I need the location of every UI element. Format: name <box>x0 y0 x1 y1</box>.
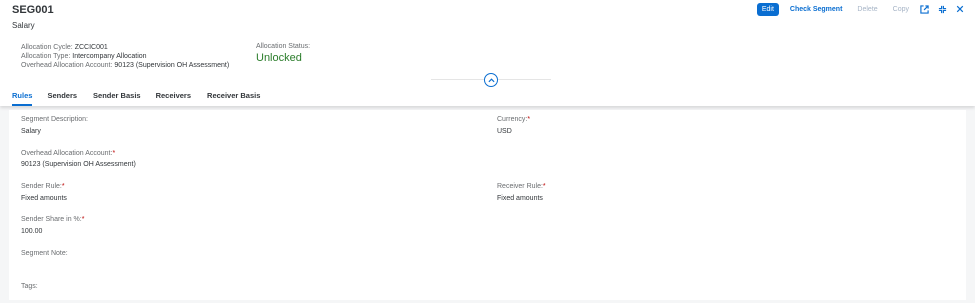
allocation-cycle-label: Allocation Cycle: <box>21 44 73 51</box>
tab-rules[interactable]: Rules <box>12 88 33 106</box>
overhead-account-value: 90123 (Supervision OH Assessment) <box>114 62 230 69</box>
share-icon[interactable] <box>917 3 931 16</box>
chevron-up-icon <box>487 77 495 82</box>
tab-senders[interactable]: Senders <box>47 88 77 106</box>
tab-sender-basis[interactable]: Sender Basis <box>93 88 141 106</box>
allocation-type-field: Allocation Type: Intercompany Allocation <box>21 52 147 61</box>
sender-share-label-text: Sender Share in %: <box>21 216 82 223</box>
header-actions: Edit Check Segment Delete Copy <box>756 2 967 16</box>
required-marker: * <box>542 183 546 190</box>
check-segment-button[interactable]: Check Segment <box>786 3 847 16</box>
allocation-status-value: Unlocked <box>256 52 302 64</box>
receiver-rule-label-text: Receiver Rule: <box>497 183 543 190</box>
allocation-type-value: Intercompany Allocation <box>72 53 147 60</box>
overhead-account-value: 90123 (Supervision OH Assessment) <box>21 161 136 168</box>
receiver-rule-label: Receiver Rule:* <box>497 183 546 190</box>
tab-receiver-basis[interactable]: Receiver Basis <box>207 88 260 106</box>
object-page-header: SEG001 Salary Edit Check Segment Delete … <box>0 0 975 106</box>
segment-description-value: Salary <box>21 128 41 135</box>
segment-description-label: Segment Description: <box>21 116 88 123</box>
allocation-cycle-value: ZCCIC001 <box>74 44 108 51</box>
exit-fullscreen-icon[interactable] <box>935 3 949 16</box>
collapse-header-button[interactable] <box>484 73 498 87</box>
receiver-rule-value: Fixed amounts <box>497 195 543 202</box>
tab-receivers[interactable]: Receivers <box>156 88 191 106</box>
currency-value: USD <box>497 128 512 135</box>
sender-share-label: Sender Share in %:* <box>21 216 84 223</box>
allocation-status-label: Allocation Status: <box>256 43 311 50</box>
tab-bar: Rules Senders Sender Basis Receivers Rec… <box>0 88 260 106</box>
page-subtitle: Salary <box>12 21 35 30</box>
required-marker: * <box>61 183 65 190</box>
sender-rule-label: Sender Rule:* <box>21 183 65 190</box>
required-marker: * <box>81 216 85 223</box>
copy-button[interactable]: Copy <box>889 3 913 16</box>
page-title: SEG001 <box>12 4 54 16</box>
sender-rule-label-text: Sender Rule: <box>21 183 62 190</box>
sender-share-value: 100.00 <box>21 228 43 235</box>
segment-note-label: Segment Note: <box>21 250 68 257</box>
allocation-type-label: Allocation Type: <box>21 53 71 60</box>
overhead-account-label: Overhead Allocation Account: <box>21 62 113 69</box>
edit-button[interactable]: Edit <box>756 2 779 16</box>
tags-label: Tags: <box>21 283 38 290</box>
delete-button[interactable]: Delete <box>853 3 881 16</box>
rules-form: Segment Description: Salary Currency:* U… <box>9 110 966 300</box>
allocation-cycle-field: Allocation Cycle: ZCCIC001 <box>21 43 108 52</box>
overhead-account-label-text: Overhead Allocation Account: <box>21 150 113 157</box>
currency-label: Currency:* <box>497 116 530 123</box>
overhead-account-field: Overhead Allocation Account: 90123 (Supe… <box>21 61 229 70</box>
overhead-account-label: Overhead Allocation Account:* <box>21 150 115 157</box>
currency-label-text: Currency: <box>497 116 528 123</box>
close-icon[interactable] <box>953 3 967 16</box>
sender-rule-value: Fixed amounts <box>21 195 67 202</box>
required-marker: * <box>112 150 116 157</box>
required-marker: * <box>527 116 531 123</box>
